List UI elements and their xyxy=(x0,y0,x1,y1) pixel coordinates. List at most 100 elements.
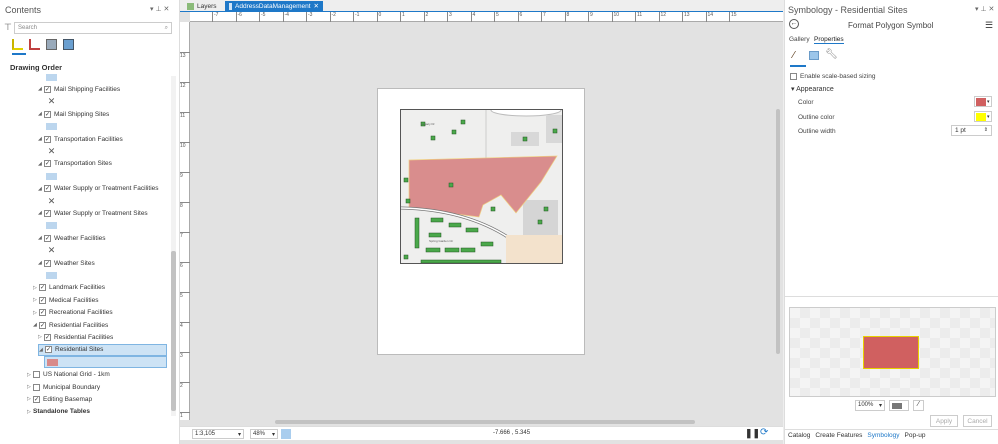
visibility-checkbox[interactable]: ✓ xyxy=(44,333,51,341)
visibility-checkbox[interactable]: ✓ xyxy=(44,110,51,118)
pane-controls[interactable]: ▾ ⊥ ✕ xyxy=(975,5,994,13)
horizontal-scrollbar[interactable] xyxy=(190,420,775,425)
x-symbol-icon[interactable]: ✕ xyxy=(46,245,57,256)
outline-width-input[interactable]: 1 pt ⇕ xyxy=(951,125,992,136)
wrench-icon[interactable]: 🔧︎ xyxy=(825,49,838,60)
tab-create-features[interactable]: Create Features xyxy=(815,432,862,440)
preview-zoom-select[interactable]: 100% ▾ xyxy=(855,400,885,411)
x-symbol-icon[interactable]: ✕ xyxy=(46,196,57,207)
scale-select[interactable]: 1:3,105 ▾ xyxy=(192,429,244,439)
outline-color-picker[interactable]: ▾ xyxy=(974,111,992,122)
tab-symbology[interactable]: Symbology xyxy=(867,432,899,440)
visibility-checkbox[interactable]: ✓ xyxy=(44,135,51,143)
symbol-swatch[interactable] xyxy=(46,269,57,281)
layer-item[interactable]: ◢ ✓ Residential Sites xyxy=(38,343,167,356)
polygon-swatch-icon[interactable] xyxy=(46,73,57,81)
tab-properties[interactable]: Properties xyxy=(814,36,844,44)
symbol-none[interactable]: ✕ xyxy=(46,145,57,157)
visibility-checkbox[interactable]: ✓ xyxy=(45,346,52,354)
visibility-checkbox[interactable]: ✓ xyxy=(44,160,51,168)
back-icon[interactable]: ← xyxy=(789,19,799,29)
layer-item[interactable]: ◢ ✓ Transportation Sites xyxy=(38,158,112,170)
contents-scrollbar[interactable] xyxy=(171,76,176,416)
symbol-none[interactable]: ✕ xyxy=(46,96,57,108)
tab-popup[interactable]: Pop-up xyxy=(905,432,926,440)
visibility-checkbox[interactable]: ✓ xyxy=(39,321,46,329)
symbol-swatch[interactable] xyxy=(46,170,57,182)
tree-group[interactable]: ▷ Standalone Tables xyxy=(27,406,90,418)
vertical-scrollbar[interactable] xyxy=(776,24,781,420)
brush-icon[interactable]: ⁄ xyxy=(793,50,795,61)
page-size-icon[interactable] xyxy=(281,429,291,439)
polygon-swatch-icon[interactable] xyxy=(46,271,57,279)
layer-item[interactable]: ◢ ✓ Water Supply or Treatment Sites xyxy=(38,207,148,219)
outline-width-label: Outline width xyxy=(798,128,836,135)
symbol-swatch[interactable] xyxy=(46,220,57,232)
layer-item[interactable]: ▷ Municipal Boundary xyxy=(27,381,100,393)
ruler-tick: 8 xyxy=(180,202,190,209)
x-symbol-icon[interactable]: ✕ xyxy=(46,96,57,107)
visibility-checkbox[interactable]: ✓ xyxy=(44,85,51,93)
layers-icon[interactable] xyxy=(809,51,819,60)
layer-item[interactable]: ◢ ✓ Weather Facilities xyxy=(38,232,106,244)
pause-icon[interactable]: ❚❚ xyxy=(745,428,760,439)
appearance-section[interactable]: ▾ Appearance xyxy=(791,85,834,93)
polygon-swatch-icon[interactable] xyxy=(46,172,57,180)
refresh-icon[interactable]: ⟳ xyxy=(760,427,768,438)
layer-item[interactable]: ▷ ✓ Landmark Facilities xyxy=(33,282,105,294)
preview-polygon xyxy=(863,336,919,369)
layer-item[interactable]: ◢ ✓ Residential Facilities xyxy=(33,319,108,331)
zoom-select[interactable]: 48% ▾ xyxy=(250,429,278,439)
symbol-none[interactable]: ✕ xyxy=(46,245,57,257)
visibility-checkbox[interactable]: ✓ xyxy=(44,185,51,193)
symbol-none[interactable]: ✕ xyxy=(46,195,57,207)
tab-layers[interactable]: Layers xyxy=(183,1,221,11)
layer-item[interactable]: ▷ ✓ Medical Facilities xyxy=(33,294,99,306)
background-select[interactable] xyxy=(889,400,909,411)
visibility-checkbox[interactable]: ✓ xyxy=(33,395,40,403)
active-tab-indicator xyxy=(790,65,806,67)
splitter[interactable] xyxy=(785,296,998,297)
tab-address-data-management[interactable]: AddressDataManagement ✕ xyxy=(225,1,323,11)
visibility-checkbox[interactable]: ✓ xyxy=(39,309,46,317)
scale-sizing-checkbox[interactable]: Enable scale-based sizing xyxy=(790,73,876,80)
visibility-checkbox[interactable]: ✓ xyxy=(39,284,46,292)
layer-item[interactable]: ◢ ✓ Water Supply or Treatment Facilities xyxy=(38,183,159,195)
layer-item[interactable]: ◢ ✓ Mail Shipping Sites xyxy=(38,108,109,120)
layer-label: Residential Sites xyxy=(55,346,104,354)
tab-catalog[interactable]: Catalog xyxy=(788,432,810,440)
layer-item[interactable]: ▷ ✓ Residential Facilities xyxy=(38,331,113,343)
visibility-checkbox[interactable]: ✓ xyxy=(44,234,51,242)
polygon-swatch-icon[interactable] xyxy=(46,222,57,230)
x-symbol-icon[interactable]: ✕ xyxy=(46,146,57,157)
layer-item[interactable]: ▷ ✓ Recreational Facilities xyxy=(33,307,113,319)
layer-item[interactable]: ◢ ✓ Transportation Facilities xyxy=(38,133,123,145)
polygon-swatch-icon[interactable] xyxy=(46,123,57,131)
symbol-swatch[interactable] xyxy=(46,71,57,83)
layer-item[interactable]: ◢ ✓ Mail Shipping Facilities xyxy=(38,83,120,95)
tab-gallery[interactable]: Gallery xyxy=(789,36,810,43)
scrollbar-thumb[interactable] xyxy=(776,109,780,354)
scrollbar-thumb[interactable] xyxy=(275,420,695,424)
visibility-checkbox[interactable] xyxy=(33,371,40,379)
map-frame[interactable]: Legacy Dr Spring Garden Cir xyxy=(400,109,563,264)
symbol-swatch[interactable] xyxy=(44,356,167,369)
layer-item[interactable]: ▷ ✓ Editing Basemap xyxy=(27,393,92,405)
close-tab-icon[interactable]: ✕ xyxy=(314,2,319,10)
scrollbar-thumb[interactable] xyxy=(171,251,176,411)
color-picker[interactable]: ▾ xyxy=(974,96,992,107)
visibility-checkbox[interactable]: ✓ xyxy=(44,259,51,267)
polygon-swatch-icon[interactable] xyxy=(47,358,58,366)
visibility-checkbox[interactable]: ✓ xyxy=(39,296,46,304)
visibility-checkbox[interactable]: ✓ xyxy=(44,209,51,217)
grid-toggle-icon[interactable]: ⁄ xyxy=(913,400,924,411)
symbology-pane: Symbology - Residential Sites ▾ ⊥ ✕ ← Fo… xyxy=(784,0,998,444)
visibility-checkbox[interactable] xyxy=(33,383,40,391)
layer-label: Recreational Facilities xyxy=(49,309,113,317)
layer-item[interactable]: ◢ ✓ Weather Sites xyxy=(38,257,95,269)
cancel-button[interactable]: Cancel xyxy=(963,415,992,427)
apply-button[interactable]: Apply xyxy=(930,415,958,427)
layer-item[interactable]: ▷ US National Grid - 1km xyxy=(27,369,110,381)
symbol-swatch[interactable] xyxy=(46,121,57,133)
menu-icon[interactable]: ☰ xyxy=(985,20,993,31)
